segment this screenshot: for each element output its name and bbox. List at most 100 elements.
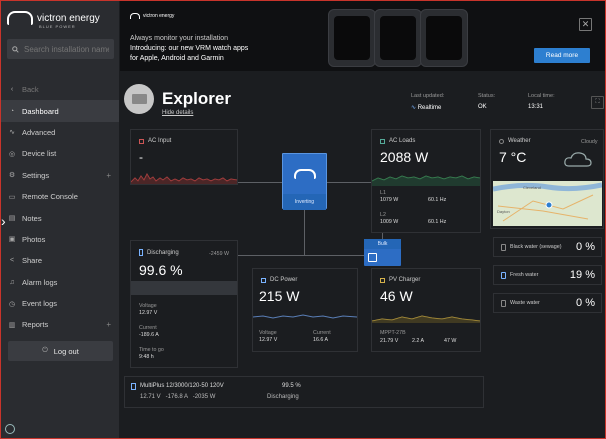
dc-power-value: 215 W — [259, 288, 300, 304]
search-input[interactable] — [24, 44, 109, 54]
chevron-left-icon: ‹ — [10, 86, 14, 94]
status-value: OK — [478, 104, 487, 110]
sidebar-item-label: Back — [22, 85, 39, 95]
tank-label: Black water (sewage) — [510, 244, 562, 250]
tank-waste-water[interactable]: Waste water 0 % — [493, 293, 602, 313]
meta-label: Local time: — [528, 93, 555, 99]
tank-black-water[interactable]: Black water (sewage) 0 % — [493, 237, 602, 257]
watch-image — [328, 9, 376, 67]
ac-loads-card[interactable]: AC Loads 2088 W L1 1079 W 60.1 Hz L2 100… — [371, 129, 481, 233]
l1-frequency: 60.1 Hz — [428, 197, 447, 203]
dashboard-icon: ◔ — [9, 107, 15, 115]
tank-fresh-water[interactable]: Fresh water 19 % — [493, 265, 602, 285]
ac-loads-sparkline — [372, 175, 480, 186]
pv-charger-card[interactable]: PV Charger 46 W MPPT-27B 21.79 V 2.2 A 4… — [371, 268, 481, 352]
map-label: Dayton — [497, 209, 510, 214]
tank-icon — [501, 271, 506, 279]
sidebar-item-advanced[interactable]: ∿ Advanced — [1, 122, 119, 143]
sidebar-item-label: Advanced — [22, 127, 56, 137]
watch-image — [420, 9, 468, 67]
banner-line-1: Always monitor your installation — [130, 35, 229, 42]
tank-level: 19 % — [569, 269, 595, 281]
fullscreen-icon[interactable]: ⛶ — [591, 96, 604, 109]
sidebar-item-dashboard[interactable]: ◔ Dashboard — [1, 100, 119, 122]
charger-state: Bulk — [364, 239, 401, 249]
gear-icon: ⚙ — [8, 172, 16, 180]
sidebar-item-reports[interactable]: ▥ Reports + — [1, 314, 119, 335]
device-state: Discharging — [267, 394, 299, 400]
brand-name: victron energy — [37, 12, 100, 24]
sidebar-item-label: Alarm logs — [22, 277, 58, 287]
logout-button[interactable]: ⏻ Log out — [8, 341, 113, 361]
report-icon: ▥ — [8, 321, 16, 329]
dc-power-card[interactable]: DC Power 215 W Voltage 12.97 V Current 1… — [252, 268, 358, 352]
pv-current: 2.2 A — [412, 338, 425, 344]
card-title: AC Loads — [389, 138, 416, 144]
weather-condition: Cloudy — [581, 139, 598, 145]
weather-map[interactable]: Cleveland Dayton — [493, 181, 602, 226]
sidebar-nav: ‹ Back ◔ Dashboard ∿ Advanced ◎ Device list … — [1, 79, 119, 336]
flow-line — [327, 182, 371, 183]
sidebar-item-remote-console[interactable]: ▭ Remote Console — [1, 186, 119, 207]
page-title: Explorer — [162, 89, 231, 108]
sidebar-item-photos[interactable]: ▣ Photos — [1, 229, 119, 250]
notes-icon: ▤ — [8, 215, 16, 223]
chevron-right-icon[interactable]: › — [1, 213, 6, 229]
l1-power: 1079 W — [380, 197, 399, 203]
ac-input-sparkline — [131, 172, 237, 184]
sidebar-item-label: Notes — [22, 213, 42, 223]
tank-icon — [501, 243, 506, 251]
expand-plus-icon[interactable]: + — [106, 320, 111, 329]
battery-icon — [139, 249, 143, 256]
dc-power-sparkline — [253, 314, 357, 319]
sidebar-item-share[interactable]: < Share — [1, 250, 119, 271]
banner-logo: victron energy — [130, 13, 174, 19]
expand-plus-icon[interactable]: + — [106, 171, 111, 180]
status-icon — [5, 424, 15, 434]
device-readings: 12.71 V -176.8 A -2035 W — [140, 394, 216, 400]
pv-device-name: MPPT-27B — [380, 330, 406, 336]
tank-icon — [501, 299, 506, 307]
battery-power: -2459 W — [209, 251, 230, 257]
multiplus-device-card[interactable]: MultiPlus 12/3000/120-50 120V 99.5 % 12.… — [124, 376, 484, 408]
ac-input-card[interactable]: AC Input - — [130, 129, 238, 185]
meta-value: ∿ Realtime — [411, 104, 444, 111]
sidebar-item-label: Dashboard — [22, 106, 59, 116]
sidebar-item-alarm-logs[interactable]: ♫ Alarm logs — [1, 272, 119, 293]
dc-current: 16.6 A — [313, 337, 329, 343]
banner-brand: victron energy — [143, 13, 175, 19]
close-icon[interactable]: ✕ — [579, 18, 592, 31]
device-soc: 99.5 % — [282, 383, 301, 389]
card-title: AC Input — [148, 138, 172, 144]
hide-details-link[interactable]: Hide details — [162, 110, 193, 116]
sidebar-item-event-logs[interactable]: ◷ Event logs — [1, 293, 119, 314]
sidebar-item-back[interactable]: ‹ Back — [1, 79, 119, 100]
inverter-logo-area — [283, 154, 326, 194]
banner-line-3: for Apple, Android and Garmin — [130, 55, 224, 62]
battery-time-to-go: 9:48 h — [139, 354, 154, 360]
chart-icon: ∿ — [9, 129, 15, 137]
site-avatar[interactable] — [124, 84, 154, 114]
sidebar-item-notes[interactable]: ▤ Notes — [1, 207, 119, 228]
device-icon: ◎ — [8, 150, 16, 158]
flow-line — [238, 182, 282, 183]
tank-label: Fresh water — [510, 272, 539, 278]
pv-voltage: 21.79 V — [380, 338, 399, 344]
battery-card[interactable]: Discharging -2459 W 99.6 % Voltage 12.97… — [130, 240, 238, 368]
sidebar-item-settings[interactable]: ⚙ Settings + — [1, 165, 119, 186]
map-graphic — [493, 181, 602, 226]
victron-logo-mark — [130, 13, 140, 19]
charger-state-badge: Bulk — [364, 239, 401, 266]
search-box[interactable] — [7, 39, 114, 59]
weather-icon — [499, 138, 504, 144]
sidebar-item-device-list[interactable]: ◎ Device list — [1, 143, 119, 164]
read-more-button[interactable]: Read more — [534, 48, 590, 63]
meta-label: Last updated: — [411, 93, 445, 99]
inverter-box[interactable]: Inverting — [282, 153, 327, 210]
sidebar-item-label: Settings — [22, 170, 50, 180]
sidebar-item-label: Event logs — [22, 299, 58, 309]
card-title: DC Power — [270, 277, 298, 283]
l2-power: 1009 W — [380, 219, 399, 225]
tank-level: 0 % — [576, 297, 595, 309]
victron-logo[interactable]: victron energy — [7, 11, 100, 25]
